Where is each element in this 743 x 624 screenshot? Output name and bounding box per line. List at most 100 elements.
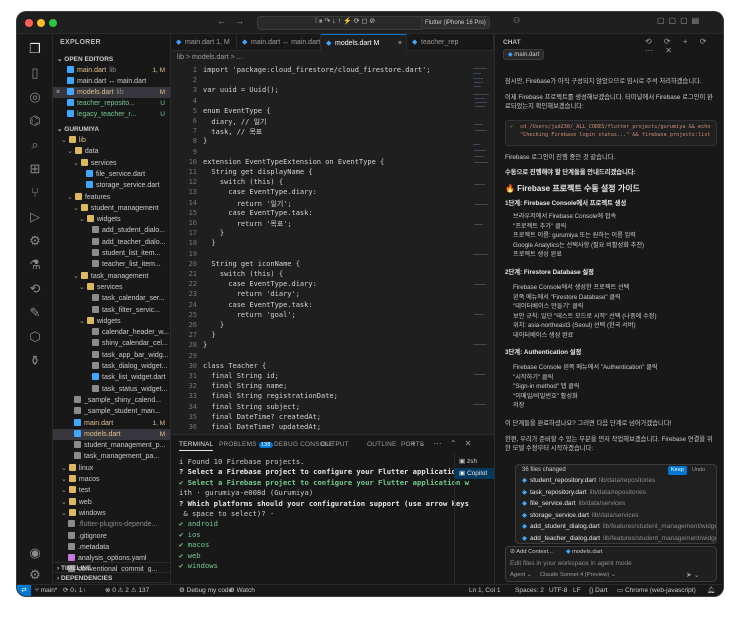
folder-item[interactable]: ⌄ data	[53, 146, 170, 157]
flask-icon[interactable]: ⚱	[26, 352, 44, 370]
run-debug-icon[interactable]: ▷	[26, 208, 44, 226]
terminal-item-copilot[interactable]: ▣ Copilot	[455, 468, 494, 479]
file-item[interactable]: task_management_pa...	[53, 451, 170, 462]
model-dropdown[interactable]: Claude Sonnet 4 (Preview) ⌄	[540, 572, 616, 578]
branch-indicator[interactable]: ⑂ main*	[35, 585, 57, 596]
editor-tab[interactable]: ◆ teacher_rep	[407, 34, 494, 51]
panel-tab-terminal[interactable]: TERMINAL	[179, 441, 214, 451]
panel-tab-output[interactable]: OUTPUT	[321, 441, 349, 448]
file-item[interactable]: .flutter-plugins-depende...	[53, 519, 170, 530]
layout-toggle-icons[interactable]: ▢▢▢▤	[657, 16, 703, 25]
history-icon[interactable]: ⟲	[26, 280, 44, 298]
folder-item[interactable]: ⌄ services	[53, 158, 170, 169]
editor-tab[interactable]: ◆ main.dart 1, M	[171, 34, 237, 51]
editor-tab[interactable]: ◆ main.dart ↔ main.dart	[237, 34, 321, 51]
panel-actions[interactable]: +⌄ ⋯ ⌃ ✕	[411, 439, 474, 448]
chat-input-box[interactable]: ⊘ Add Context... ◆ models.dart Edit file…	[505, 546, 717, 582]
add-context-button[interactable]: ⊘ Add Context...	[510, 549, 553, 555]
eol-status[interactable]: LF	[573, 585, 581, 596]
maximize-window-button[interactable]	[49, 19, 57, 27]
open-editor-item[interactable]: teacher_reposito... U	[53, 98, 170, 109]
device-selector[interactable]: Flutter (iPhone 16 Pro)	[421, 16, 490, 29]
changed-file-item[interactable]: ◆ add_student_dialog.dart lib/features/stu…	[522, 521, 716, 532]
remote-icon[interactable]: ⇄	[17, 585, 31, 596]
close-icon[interactable]: ×	[398, 35, 402, 51]
open-editor-item[interactable]: legacy_teacher_r... U	[53, 109, 170, 120]
accounts-tree-icon[interactable]: ⌬	[26, 112, 44, 130]
source-control-icon[interactable]: ⑂	[26, 184, 44, 202]
pen-icon[interactable]: ✎	[26, 304, 44, 322]
folder-item[interactable]: ⌄ task_management	[53, 271, 170, 282]
folder-item[interactable]: ⌄ widgets	[53, 316, 170, 327]
keep-button[interactable]: Keep	[668, 466, 687, 475]
watch-status[interactable]: ⚙ Watch	[229, 585, 255, 596]
folder-item[interactable]: ⌄ services	[53, 282, 170, 293]
bell-icon[interactable]: 🔔︎	[707, 585, 715, 596]
file-item[interactable]: teacher_list_item...	[53, 259, 170, 270]
encoding-status[interactable]: UTF-8	[549, 585, 567, 596]
indent-status[interactable]: Spaces: 2	[515, 585, 544, 596]
file-item[interactable]: shiny_calendar_cel...	[53, 338, 170, 349]
sync-status[interactable]: ⟳ 0↓ 1↑	[63, 585, 86, 596]
changed-file-item[interactable]: ◆ add_teacher_dialog.dart lib/features/stu…	[522, 533, 716, 544]
file-item[interactable]: task_filter_servic...	[53, 305, 170, 316]
testing-icon[interactable]: ⚗	[26, 256, 44, 274]
file-item[interactable]: .gitignore	[53, 531, 170, 542]
folder-item[interactable]: ⌄ macos	[53, 474, 170, 485]
chat-input-placeholder[interactable]: Edit files in your workspace in agent mo…	[510, 560, 632, 567]
gear-icon[interactable]: ⚙	[26, 566, 44, 584]
close-window-button[interactable]	[25, 19, 33, 27]
changed-file-item[interactable]: ◆ storage_service.dart lib/data/services	[522, 510, 716, 521]
problems-status[interactable]: ⊗ 0 ⚠ 2 ⚠ 137	[105, 585, 149, 596]
github-icon[interactable]: ◎	[26, 88, 44, 106]
minimap[interactable]	[471, 64, 493, 434]
changed-file-item[interactable]: ◆ file_service.dart lib/data/services	[522, 498, 716, 509]
folder-item[interactable]: ⌄ student_management	[53, 203, 170, 214]
file-item[interactable]: main.dart 1, M	[53, 418, 170, 429]
file-item[interactable]: task_app_bar_widg...	[53, 350, 170, 361]
minimize-window-button[interactable]	[37, 19, 45, 27]
open-editor-item[interactable]: main.dart lib 1, M	[53, 65, 170, 76]
close-icon[interactable]: ×	[56, 87, 60, 98]
changed-file-item[interactable]: ◆ student_repository.dart lib/data/reposit…	[522, 475, 716, 486]
agent-mode-dropdown[interactable]: Agent ⌄	[510, 572, 532, 578]
open-editors-header[interactable]: ⌄ OPEN EDITORS	[53, 54, 170, 65]
file-item[interactable]: calendar_header_w...	[53, 327, 170, 338]
code-view[interactable]: 1 import 'package:cloud_firestore/cloud_f…	[171, 64, 494, 434]
editor-tab[interactable]: ◆ models.dart M ×	[321, 34, 407, 51]
file-item[interactable]: task_list_widget.dart	[53, 372, 170, 383]
undo-button[interactable]: Undo	[692, 466, 705, 475]
file-item[interactable]: _sample_shiny_calend...	[53, 395, 170, 406]
files-icon[interactable]: ❐	[26, 40, 44, 58]
flutter-icon[interactable]: ⚙	[26, 232, 44, 250]
terminal-item-zsh[interactable]: ▣ zsh	[459, 457, 477, 465]
back-arrow-icon[interactable]: ←	[217, 16, 226, 26]
panel-tab-outline[interactable]: OUTLINE	[367, 441, 397, 448]
file-item[interactable]: models.dart M	[53, 428, 170, 440]
file-item[interactable]: task_calendar_ser...	[53, 293, 170, 304]
extensions-icon[interactable]: ⊞	[26, 160, 44, 178]
cube-icon[interactable]: ⬡	[26, 328, 44, 346]
chat-toolbar[interactable]: ⟲ ⟳ + ⟳ ⋯ ✕	[645, 37, 723, 55]
context-file-chip[interactable]: ◆ main.dart	[503, 49, 545, 60]
changed-file-item[interactable]: ◆ task_repository.dart lib/data/repositori…	[522, 487, 716, 498]
file-item[interactable]: _sample_student_man...	[53, 406, 170, 417]
forward-arrow-icon[interactable]: →	[235, 16, 244, 26]
file-item[interactable]: task_dialog_widget...	[53, 361, 170, 372]
folder-item[interactable]: ⌄ features	[53, 192, 170, 203]
folder-item[interactable]: ⌄ test	[53, 485, 170, 496]
file-item[interactable]: storage_service.dart	[53, 180, 170, 191]
send-icon[interactable]: ➤ ⌄	[686, 571, 700, 579]
file-item[interactable]: add_student_dialo...	[53, 225, 170, 236]
open-editor-item[interactable]: × models.dart lib M	[53, 87, 170, 98]
file-item[interactable]: task_status_widget...	[53, 384, 170, 395]
device-status[interactable]: ▭ Chrome (web-javascript)	[617, 585, 696, 596]
file-item[interactable]: student_management_p...	[53, 440, 170, 451]
file-item[interactable]: file_service.dart	[53, 169, 170, 180]
file-item[interactable]: .metadata	[53, 542, 170, 553]
account-icon[interactable]: ◉	[26, 544, 44, 562]
workspace-header[interactable]: ⌄ GURUMIYA	[53, 124, 170, 135]
terminal-command-block[interactable]: ✓ cd /Users/jud230/_ALL_CODES/flutter_pr…	[505, 120, 717, 146]
copilot-icon[interactable]: ⚇	[513, 16, 520, 25]
folder-item[interactable]: ⌄ lib	[53, 135, 170, 146]
